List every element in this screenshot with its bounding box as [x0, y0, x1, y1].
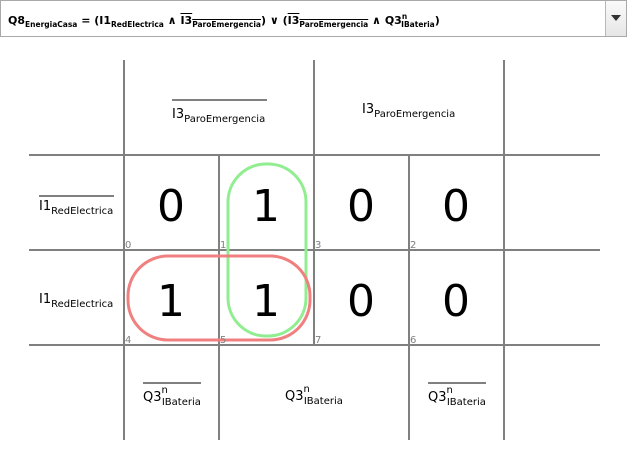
row-label-i1: I1RedElectrica	[39, 292, 113, 310]
bottom-label-q3: Q3n IBateria	[285, 384, 343, 407]
bottom-label-q3-negated: Q3n IBateria	[143, 385, 201, 408]
kmap-cell-index: 5	[220, 335, 226, 346]
kmap-cell-index: 3	[315, 240, 321, 251]
kmap-cell-value: 0	[347, 276, 375, 327]
kmap-cell-index: 4	[125, 335, 131, 346]
row-label-i1-negated: I1RedElectrica	[39, 199, 113, 217]
col-label-i3: I3ParoEmergencia	[362, 102, 455, 120]
kmap-cell-value: 0	[442, 276, 470, 327]
bottom-label-q3-negated: Q3n IBateria	[428, 385, 486, 408]
kmap-cell-index: 0	[125, 240, 131, 251]
kmap-cell-index: 1	[220, 240, 226, 251]
kmap-cell-value: 1	[252, 276, 280, 327]
kmap-cell-index: 7	[315, 335, 321, 346]
kmap-cell-index: 2	[410, 240, 416, 251]
kmap-cell-value: 1	[252, 181, 280, 232]
kmap-cell-index: 6	[410, 335, 416, 346]
kmap-cell-value: 0	[442, 181, 470, 232]
karnaugh-map: I3ParoEmergencia I3ParoEmergencia I1RedE…	[29, 60, 600, 440]
kmap-cell-value: 1	[157, 276, 185, 327]
kmap-cell-value: 0	[157, 181, 185, 232]
col-label-i3-negated: I3ParoEmergencia	[172, 107, 265, 125]
kmap-cell-value: 0	[347, 181, 375, 232]
